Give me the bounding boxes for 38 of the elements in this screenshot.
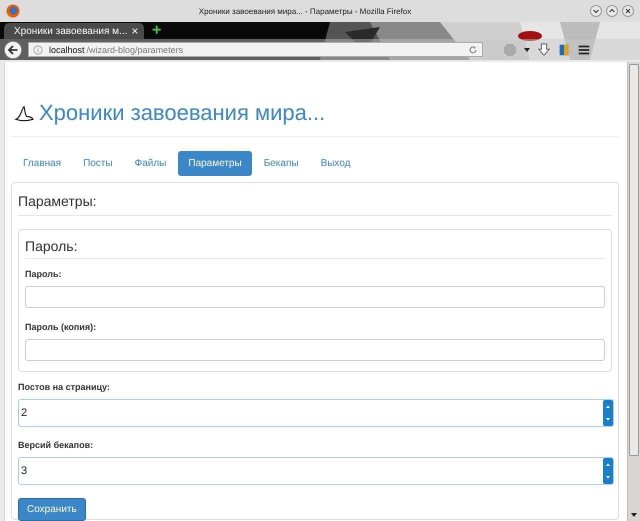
nav-tab[interactable]: Главная (13, 151, 72, 176)
field-label: Пароль (копия): (25, 322, 96, 332)
nav-tab[interactable]: Файлы (124, 151, 176, 176)
browser-tab[interactable]: Хроники завоевания м... × (4, 23, 144, 39)
book-icon[interactable] (557, 42, 571, 56)
field-label: Пароль: (25, 269, 62, 279)
menu-icon[interactable] (577, 42, 591, 56)
close-button[interactable] (622, 5, 634, 17)
field-label: Постов на страницу: (18, 382, 110, 392)
close-tab-button[interactable]: × (131, 25, 138, 37)
save-button[interactable]: Сохранить (18, 498, 86, 521)
site-title[interactable]: Хроники завоевания мира... (39, 100, 326, 126)
group-title: Пароль: (25, 238, 605, 259)
back-button[interactable] (4, 40, 22, 58)
password-field[interactable] (25, 286, 605, 308)
info-icon (33, 44, 43, 54)
address-bar[interactable]: localhost /wizard-blog/parameters (28, 42, 483, 57)
password-field[interactable] (25, 339, 605, 361)
hat-icon (13, 104, 35, 122)
maximize-button[interactable] (606, 5, 618, 17)
new-tab-button[interactable]: + (152, 23, 162, 39)
firefox-icon (6, 4, 20, 18)
caret-icon[interactable] (523, 46, 531, 54)
number-field[interactable]: 2 (18, 399, 614, 427)
window-title: Хроники завоевания мира... - Параметры - Mozilla Firefox (198, 6, 412, 16)
panel-title: Параметры: (18, 189, 612, 216)
nav-tab[interactable]: Посты (73, 151, 123, 176)
nav-tab[interactable]: Выход (310, 151, 360, 176)
nav-tab[interactable]: Бекапы (254, 151, 309, 176)
field-label: Версий бекапов: (18, 440, 94, 450)
scrollbar[interactable] (627, 62, 640, 521)
nav-tab[interactable]: Параметры (178, 151, 252, 176)
minimize-button[interactable] (590, 5, 602, 17)
spinner-icon[interactable] (603, 458, 613, 484)
download-icon[interactable] (537, 42, 551, 56)
reload-icon[interactable] (468, 44, 478, 54)
number-field[interactable]: 3 (18, 457, 614, 485)
spinner-icon[interactable] (603, 400, 613, 426)
